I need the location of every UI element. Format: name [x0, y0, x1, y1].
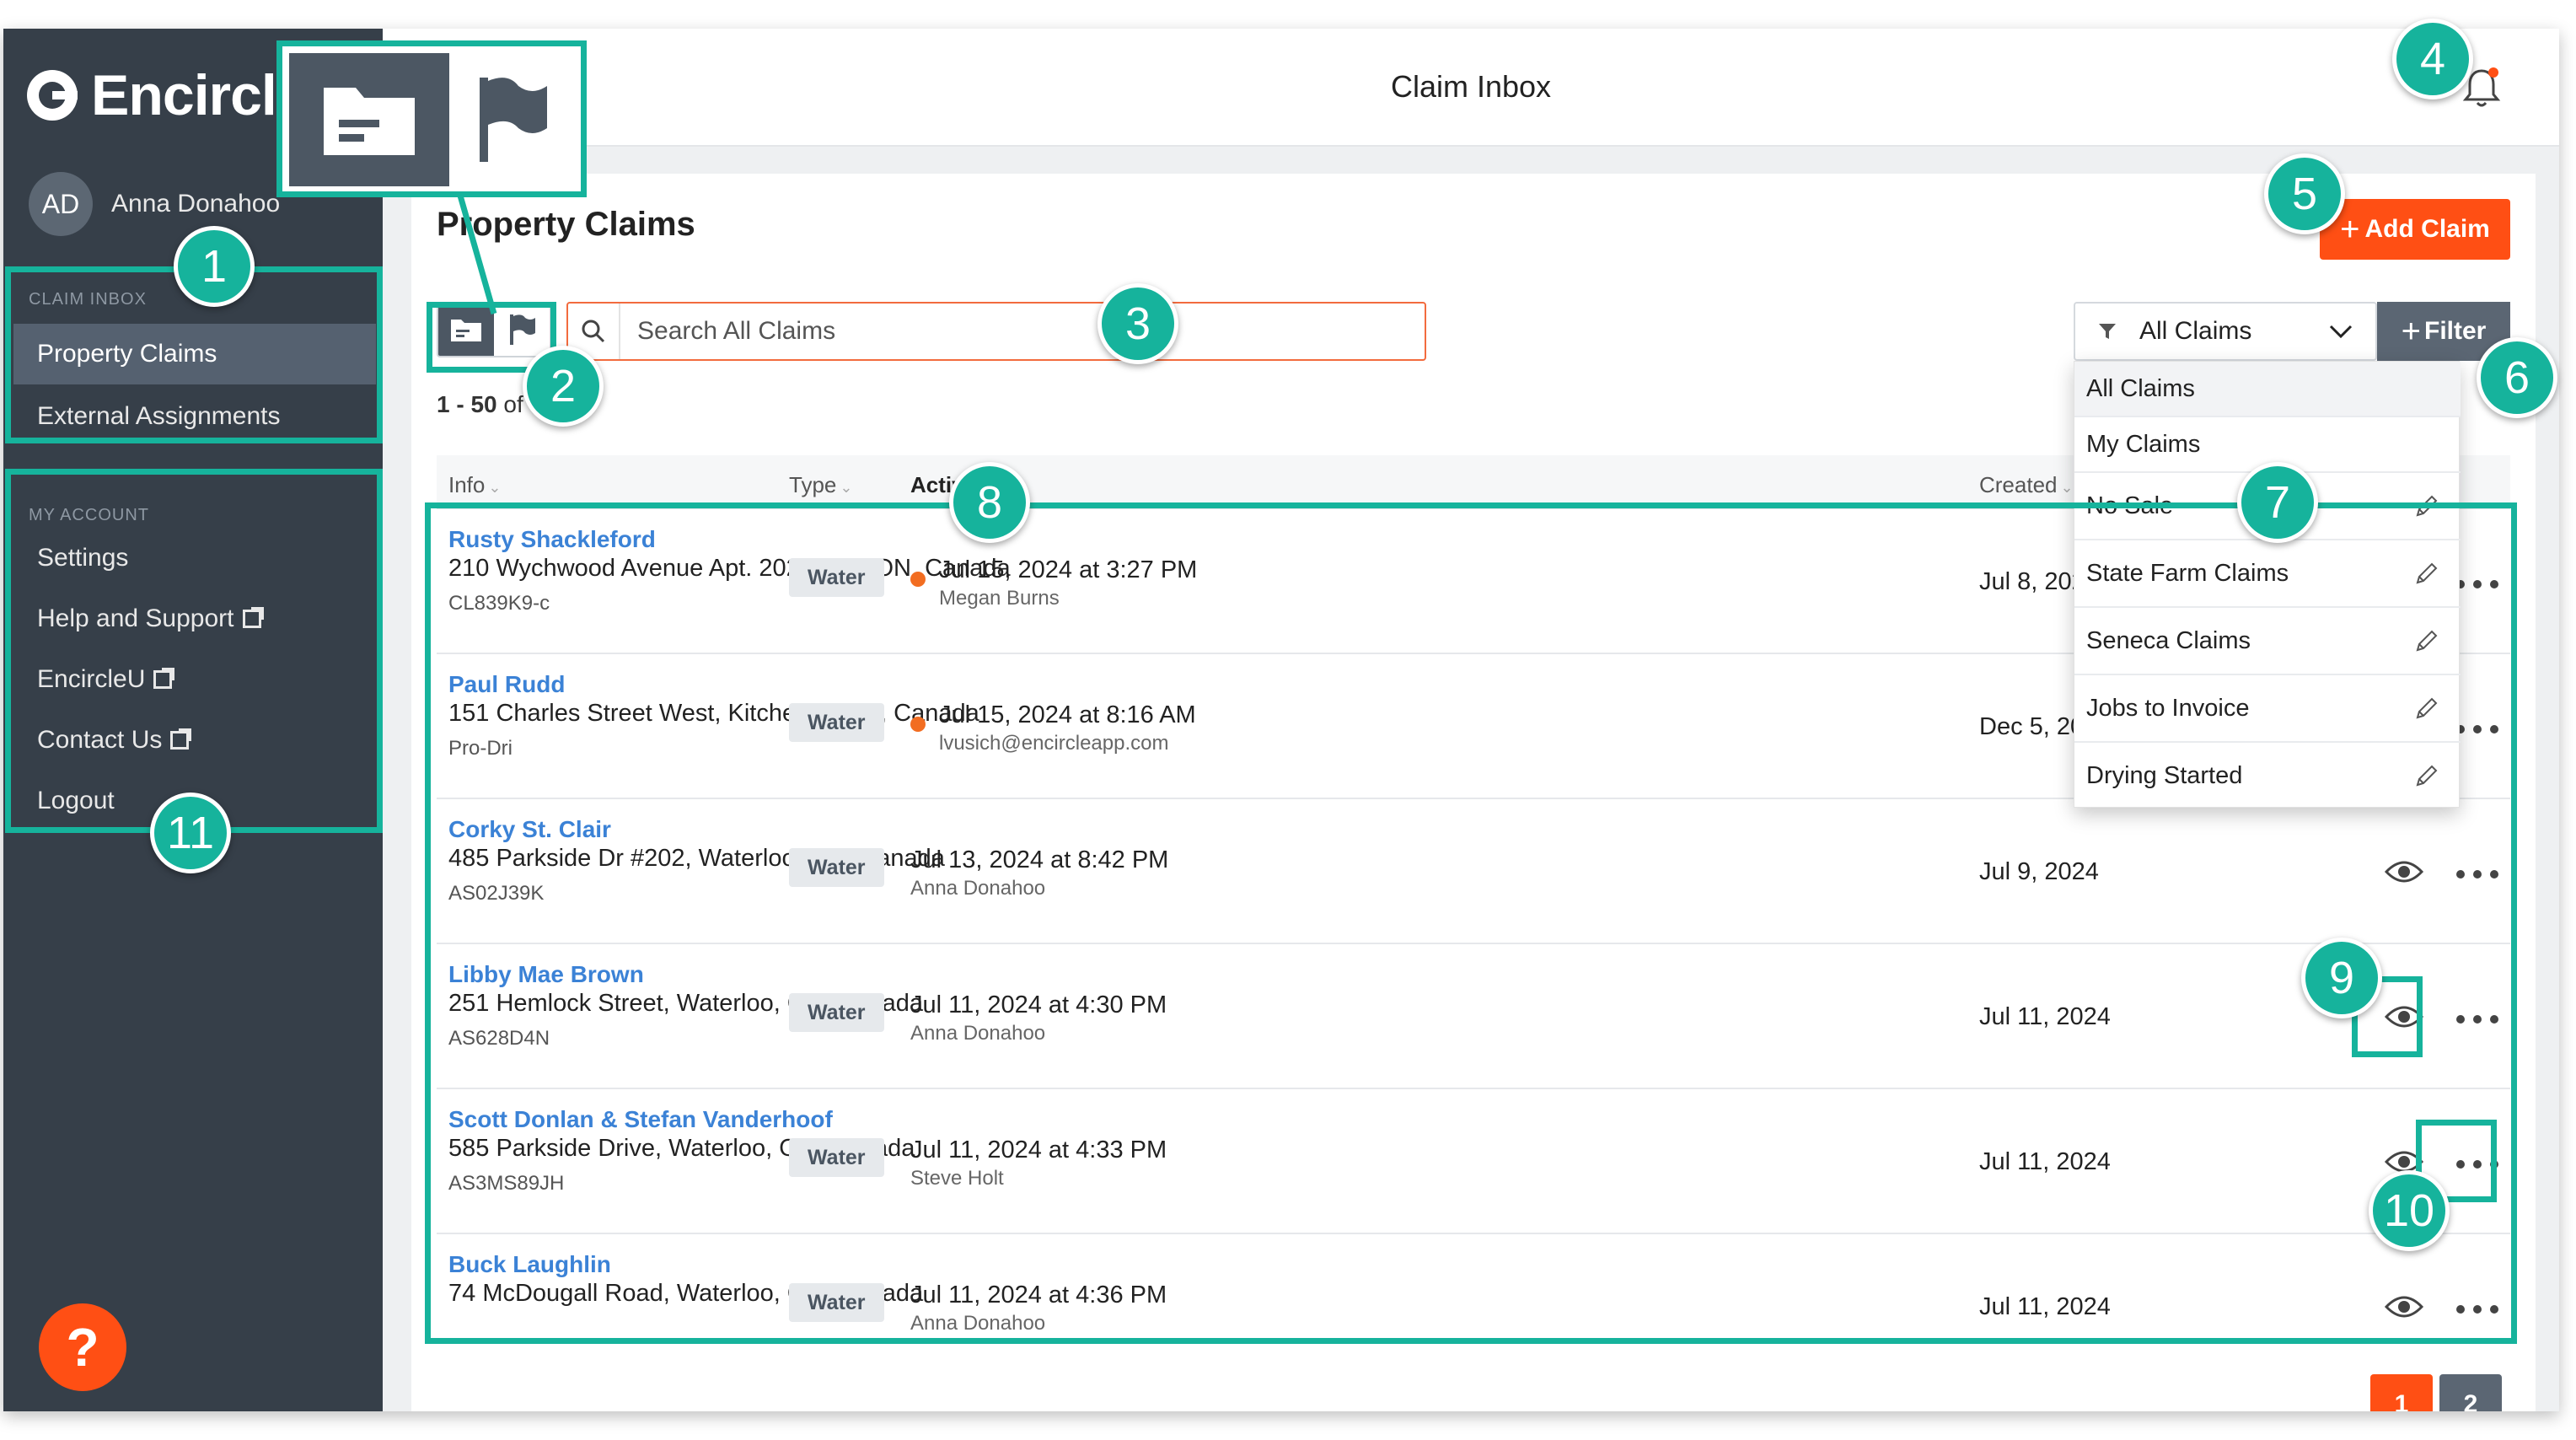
- callout-6: 6: [2477, 337, 2557, 418]
- callout-8: 8: [949, 462, 1030, 543]
- zoom-leader-line: [457, 195, 497, 314]
- screenshot-root: Encircle AD Anna Donahoo CLAIM INBOX Pro…: [0, 0, 2576, 1440]
- callout-5: 5: [2264, 153, 2345, 234]
- callout-10: 10: [2369, 1170, 2450, 1251]
- callout-2: 2: [523, 346, 604, 427]
- highlight-claims-table: [425, 502, 2517, 1344]
- callout-4: 4: [2392, 19, 2473, 99]
- callout-3: 3: [1097, 283, 1178, 364]
- callout-11: 11: [150, 793, 231, 873]
- highlight-my-account: [5, 469, 383, 833]
- callout-1: 1: [174, 226, 255, 307]
- callout-7: 7: [2237, 462, 2318, 543]
- callout-9: 9: [2301, 938, 2382, 1018]
